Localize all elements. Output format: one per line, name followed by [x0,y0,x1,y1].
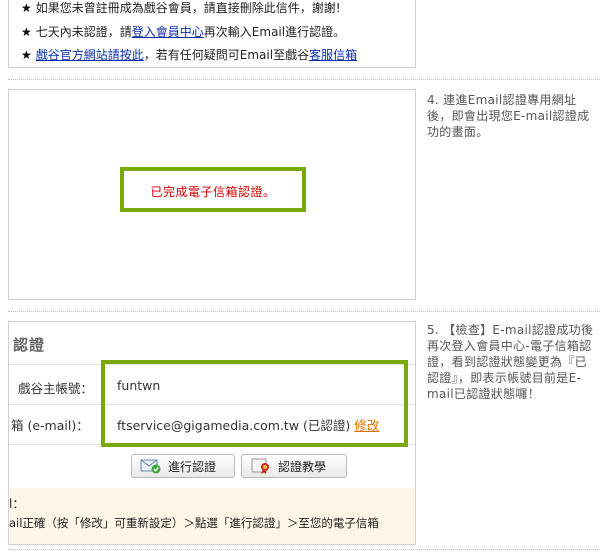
step-4-text: 4. 連進Email認證專用網址後，即會出現您E-mail認證成功的畫面。 [427,93,590,139]
account-label: 戲谷主帳號： [18,381,94,396]
verification-success-message: 已完成電子信箱認證。 [150,185,276,199]
dotted-divider [8,79,600,80]
note-unregistered: ★ 如果您未曾註冊成為戲谷會員，請直接刪除此信件，謝謝! [21,1,341,15]
note-seven-days: ★ 七天內未認證，請登入會員中心再次輸入Email進行認證。 [21,25,346,39]
dotted-divider [8,311,600,312]
star-icon: ★ [21,48,32,62]
envelope-check-icon [140,458,162,474]
highlight-frame [101,360,408,447]
member-center-link[interactable]: 登入會員中心 [132,25,204,39]
support-mailbox-link[interactable]: 客服信箱 [309,48,357,62]
star-icon: ★ [21,1,32,15]
ribbon-badge-icon [250,458,272,474]
official-site-link[interactable]: 戲谷官方網站請按此 [36,48,144,62]
instructions-text: ail正確（按「修改」可重新設定）＞點選「進行認證」＞至您的電子信箱 [9,516,379,530]
instructions-heading: l： [9,497,25,511]
email-label: 箱 (e-mail)： [11,418,89,433]
tutorial-button[interactable]: 認證教學 [241,454,347,478]
star-icon: ★ [21,25,32,39]
note-official-site: ★ 戲谷官方網站請按此，若有任何疑問可Email至戲谷客服信箱 [21,48,358,62]
verify-button-label: 進行認證 [168,459,217,474]
instructions-box: l： ail正確（按「修改」可重新設定）＞點選「進行認證」＞至您的電子信箱 [9,488,415,544]
section-title: 認證 [13,336,46,354]
tutorial-button-label: 認證教學 [278,459,327,474]
dotted-divider [8,549,600,550]
verify-button[interactable]: 進行認證 [131,454,235,478]
email-notes-panel: ★ 如果您未曾註冊成為戲谷會員，請直接刪除此信件，謝謝! ★ 七天內未認證，請登入會… [8,0,416,68]
step-5-text: 5. 【檢查】E-mail認證成功後再次登入會員中心-電子信箱認證，看到認證狀態… [427,323,594,401]
